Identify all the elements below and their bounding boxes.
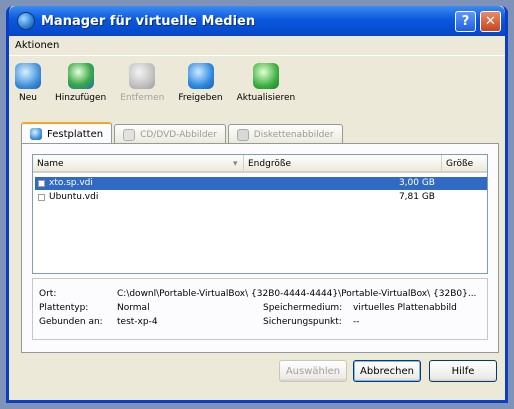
close-icon: ✕ (485, 14, 496, 29)
tab-hard-disks[interactable]: Festplatten (21, 122, 113, 144)
cancel-button[interactable]: Abbrechen (353, 360, 421, 382)
location-label: Ort: (39, 289, 57, 299)
menu-bar: Aktionen (9, 36, 505, 56)
storage-label: Speichermedium: (263, 303, 343, 313)
refresh-button[interactable]: Aktualisieren (236, 63, 296, 119)
add-button[interactable]: Hinzufügen (55, 63, 106, 119)
media-manager-window: Manager für virtuelle Medien ? ✕ Aktione… (6, 6, 508, 403)
media-tabs: Festplatten CD/DVD-Abbilder Diskettenabb… (21, 122, 345, 144)
remove-disk-icon (129, 63, 156, 89)
add-label: Hinzufügen (55, 93, 107, 103)
disk-type-value: Normal (117, 303, 150, 313)
new-label: Neu (19, 93, 37, 103)
location-value: C:\downl\Portable-VirtualBox\ {32B0-4444… (117, 289, 477, 299)
menu-aktionen[interactable]: Aktionen (15, 40, 59, 51)
release-disk-icon (187, 63, 214, 89)
row-size: 7,81 GB (398, 192, 435, 202)
cd-icon (123, 128, 136, 141)
title-bar[interactable]: Manager für virtuelle Medien ? ✕ (9, 6, 505, 36)
column-end-size[interactable]: Endgröße (243, 155, 393, 173)
release-label: Freigeben (178, 93, 223, 103)
refresh-icon (252, 63, 279, 89)
tab-cd-dvd[interactable]: CD/DVD-Abbilder (114, 124, 226, 144)
toolbar: Neu Hinzufügen Entfernen Freigeben Aktua… (9, 57, 505, 119)
sort-arrow-icon: ▾ (233, 159, 238, 169)
row-name: Ubuntu.vdi (49, 192, 99, 202)
release-button[interactable]: Freigeben (178, 63, 223, 119)
storage-value: virtuelles Plattenabbild (353, 303, 457, 313)
tab-floppy[interactable]: Diskettenabbilder (227, 124, 343, 144)
floppy-icon (236, 128, 249, 141)
tab-label: CD/DVD-Abbilder (140, 129, 217, 140)
remove-button[interactable]: Entfernen (120, 63, 164, 119)
disk-type-label: Plattentyp: (39, 303, 89, 313)
tree-expander-icon[interactable] (38, 180, 45, 187)
question-mark-icon: ? (461, 14, 470, 29)
new-button[interactable]: Neu (15, 63, 41, 119)
hard-disks-panel: Name ▾ Endgröße Größe xto.sp.vdi 3,00 GB… (21, 143, 499, 353)
details-panel: Ort: C:\downl\Portable-VirtualBox\ {32B0… (32, 278, 488, 340)
add-disk-icon (67, 63, 94, 89)
virtualbox-app-icon (17, 12, 35, 30)
row-size: 3,00 GB (398, 178, 435, 188)
tab-label: Festplatten (47, 128, 104, 140)
row-name: xto.sp.vdi (49, 178, 93, 188)
refresh-label: Aktualisieren (236, 93, 296, 103)
help-title-button[interactable]: ? (455, 11, 476, 32)
column-name[interactable]: Name (33, 155, 229, 173)
tab-label: Diskettenabbilder (253, 129, 334, 140)
snapshot-label: Sicherungspunkt: (263, 317, 342, 327)
media-list[interactable]: Name ▾ Endgröße Größe xto.sp.vdi 3,00 GB… (32, 154, 488, 274)
remove-label: Entfernen (120, 93, 165, 103)
new-disk-icon (15, 63, 41, 89)
window-title: Manager für virtuelle Medien (41, 13, 256, 29)
column-size[interactable]: Größe (441, 155, 489, 173)
table-row[interactable]: xto.sp.vdi 3,00 GB (35, 177, 487, 190)
attached-to-label: Gebunden an: (39, 317, 103, 327)
help-button[interactable]: Hilfe (429, 360, 497, 382)
attached-to-value: test-xp-4 (117, 317, 158, 327)
close-button[interactable]: ✕ (480, 11, 501, 32)
list-header: Name ▾ Endgröße Größe (33, 155, 487, 173)
hard-disk-icon (30, 128, 42, 140)
snapshot-value: -- (353, 317, 360, 327)
table-row[interactable]: Ubuntu.vdi 7,81 GB (35, 191, 487, 204)
tree-expander-icon[interactable] (38, 194, 45, 201)
select-button[interactable]: Auswählen (279, 360, 347, 382)
